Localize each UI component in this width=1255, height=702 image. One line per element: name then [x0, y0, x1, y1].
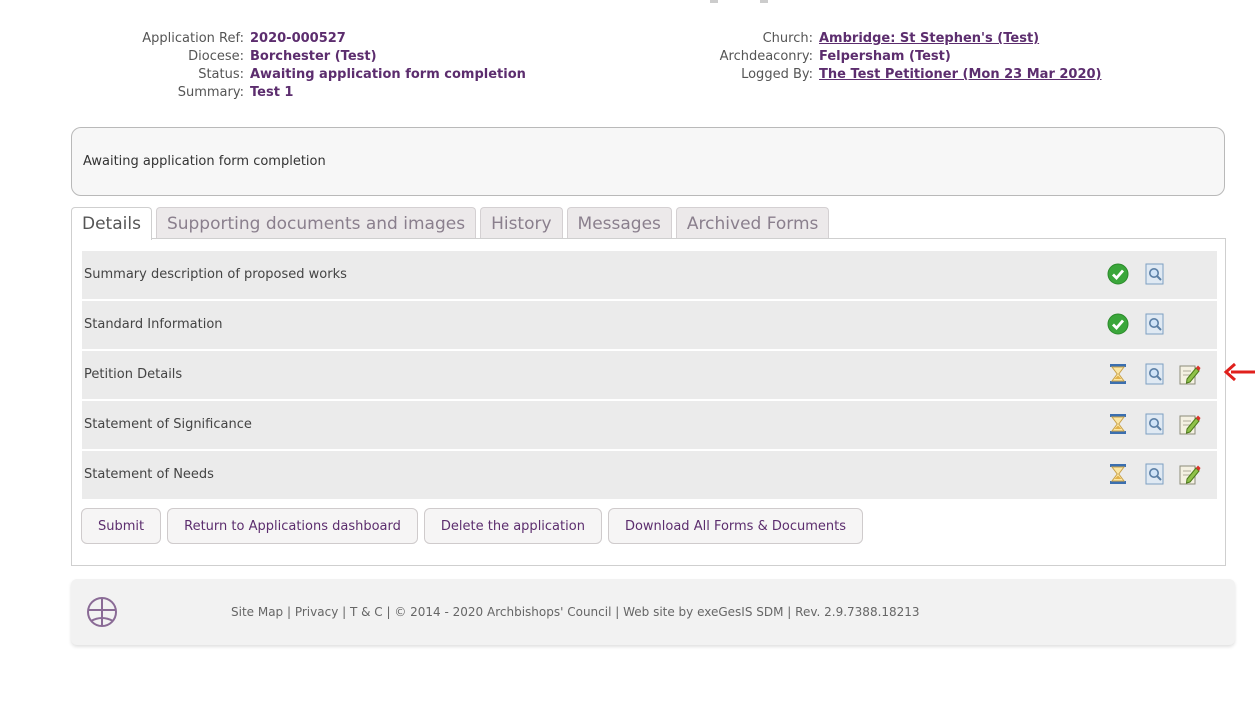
cropped-text-fragment — [710, 0, 768, 3]
download-all-button[interactable]: Download All Forms & Documents — [607, 508, 863, 544]
form-row[interactable]: Statement of Significance — [82, 401, 1217, 451]
header-label: Summary: — [177, 85, 244, 100]
tab-history[interactable]: History — [480, 207, 563, 238]
footer: Site Map | Privacy | T & C | © 2014 - 20… — [71, 579, 1235, 645]
header-row: Summary: Test 1 — [0, 84, 526, 102]
tab-supporting-documents-and-images[interactable]: Supporting documents and images — [155, 207, 477, 238]
form-title: Petition Details — [84, 367, 183, 382]
magnifier-view-icon[interactable] — [1143, 362, 1167, 386]
header-row: Archdeaconry: Felpersham (Test) — [0, 48, 1102, 66]
form-title: Statement of Needs — [84, 467, 214, 482]
magnifier-view-icon[interactable] — [1143, 312, 1167, 336]
church-logo-icon — [87, 597, 117, 627]
forms-list: Summary description of proposed works Sta… — [82, 251, 1217, 501]
header-right-column: Church: Ambridge: St Stephen's (Test) Arch… — [0, 30, 1102, 84]
header-value-link[interactable]: The Test Petitioner (Mon 23 Mar 2020) — [819, 66, 1102, 84]
magnifier-view-icon[interactable] — [1143, 412, 1167, 436]
edit-form-icon[interactable] — [1177, 412, 1201, 436]
tab-bar: Details Supporting documents and images Hi… — [71, 207, 830, 240]
form-title: Summary description of proposed works — [84, 267, 347, 282]
tab-messages[interactable]: Messages — [566, 207, 672, 238]
hourglass-icon — [1106, 462, 1130, 486]
form-title: Standard Information — [84, 317, 223, 332]
form-row[interactable]: Summary description of proposed works — [82, 251, 1217, 301]
return-to-dashboard-button[interactable]: Return to Applications dashboard — [167, 508, 418, 544]
form-row[interactable]: Standard Information — [82, 301, 1217, 351]
form-title: Statement of Significance — [84, 417, 252, 432]
edit-form-icon[interactable] — [1177, 362, 1201, 386]
submit-button[interactable]: Submit — [81, 508, 162, 544]
header-label: Church: — [762, 31, 813, 46]
tab-details[interactable]: Details — [71, 207, 152, 240]
action-buttons: Submit Return to Applications dashboard … — [81, 508, 863, 544]
magnifier-view-icon[interactable] — [1143, 262, 1167, 286]
header-row: Logged By: The Test Petitioner (Mon 23 Ma… — [0, 66, 1102, 84]
header-value-link[interactable]: Ambridge: St Stephen's (Test) — [819, 30, 1039, 48]
status-message-box: Awaiting application form completion — [71, 127, 1225, 196]
header-value: Test 1 — [250, 85, 294, 100]
header-row: Church: Ambridge: St Stephen's (Test) — [0, 30, 1102, 48]
status-message-text: Awaiting application form completion — [83, 154, 326, 169]
tab-archived-forms[interactable]: Archived Forms — [675, 207, 830, 238]
hourglass-icon — [1106, 362, 1130, 386]
delete-application-button[interactable]: Delete the application — [423, 508, 602, 544]
red-arrow-icon — [1223, 362, 1255, 382]
header-label: Archdeaconry: — [719, 49, 813, 64]
header-value: Felpersham (Test) — [819, 49, 951, 64]
magnifier-view-icon[interactable] — [1143, 462, 1167, 486]
hourglass-icon — [1106, 412, 1130, 436]
check-icon — [1106, 312, 1130, 336]
check-icon — [1106, 262, 1130, 286]
details-panel: Summary description of proposed works Sta… — [71, 238, 1226, 566]
form-row[interactable]: Petition Details — [82, 351, 1217, 401]
header-label: Logged By: — [741, 67, 813, 82]
form-row[interactable]: Statement of Needs — [82, 451, 1217, 501]
edit-form-icon[interactable] — [1177, 462, 1201, 486]
footer-text: Site Map | Privacy | T & C | © 2014 - 20… — [231, 605, 920, 619]
